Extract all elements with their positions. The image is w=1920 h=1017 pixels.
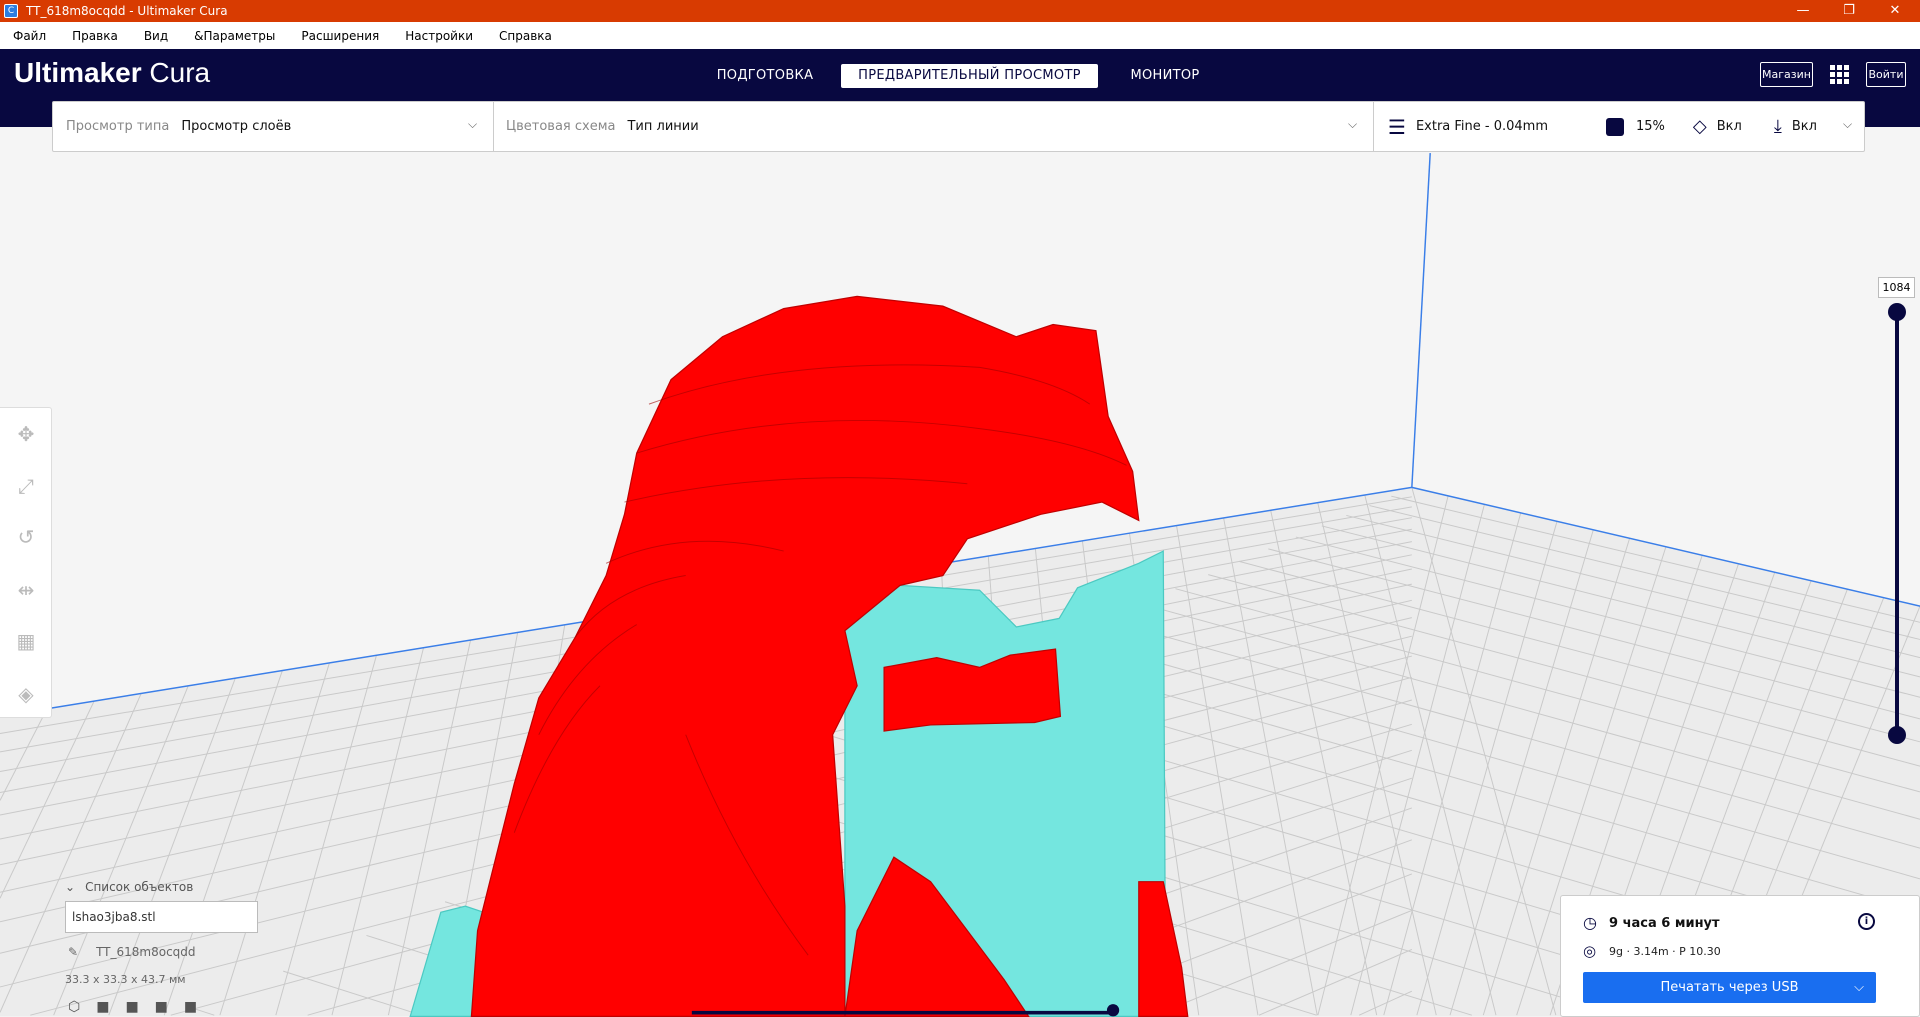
close-button[interactable]: ✕	[1872, 0, 1918, 22]
rotate-icon[interactable]: ↺	[13, 524, 39, 550]
adhesion-value: Вкл	[1791, 119, 1817, 134]
menu-preferences[interactable]: Настройки	[405, 29, 473, 43]
scale-icon[interactable]: ⤢	[13, 473, 39, 499]
object-list-item[interactable]: lshao3jba8.stl	[65, 901, 258, 933]
job-name-row[interactable]: ✎ TT_618m8ocqdd	[68, 945, 196, 959]
menu-file[interactable]: Файл	[13, 29, 46, 43]
print-settings-button[interactable]: ☰ Extra Fine - 0.04mm 15% ◇ Вкл ⤓ Вкл	[1388, 102, 1838, 151]
logo: Ultimaker Cura	[14, 57, 211, 88]
apps-grid-icon[interactable]	[1830, 65, 1849, 84]
support-icon: ◇	[1692, 116, 1707, 137]
info-icon[interactable]: i	[1858, 913, 1875, 930]
mirror-icon[interactable]: ⇹	[13, 577, 39, 603]
layer-number[interactable]: 1084	[1878, 277, 1915, 298]
marketplace-button[interactable]: Магазин	[1760, 62, 1813, 87]
color-scheme-value: Тип линии	[627, 119, 699, 134]
infill-value: 15%	[1636, 119, 1665, 134]
object-list-title: Список объектов	[85, 880, 194, 894]
color-scheme-dropdown[interactable]: Цветовая схема Тип линии	[506, 102, 1356, 151]
chevron-down-icon[interactable]: ⌵	[1854, 972, 1864, 1003]
app-icon: C	[4, 4, 18, 18]
tab-monitor[interactable]: МОНИТОР	[1115, 64, 1215, 88]
chevron-down-icon: ⌵	[468, 117, 478, 131]
support-value: Вкл	[1716, 119, 1742, 134]
print-time: 9 часа 6 минут	[1609, 916, 1720, 931]
layer-slider-bottom-handle[interactable]	[1888, 726, 1906, 744]
minimize-button[interactable]: —	[1780, 0, 1826, 22]
menu-view[interactable]: Вид	[144, 29, 168, 43]
menu-extensions[interactable]: Расширения	[301, 29, 379, 43]
layer-slider-top-handle[interactable]	[1888, 303, 1906, 321]
adhesion-icon: ⤓	[1773, 116, 1782, 137]
3d-viewport[interactable]	[0, 0, 1920, 1017]
layer-slider[interactable]	[1895, 312, 1899, 735]
pencil-icon: ✎	[68, 945, 79, 959]
chevron-down-icon: ⌵	[1843, 117, 1853, 131]
menu-bar: Файл Правка Вид &Параметры Расширения На…	[0, 22, 1920, 49]
menu-edit[interactable]: Правка	[72, 29, 118, 43]
view-type-dropdown[interactable]: Просмотр типа Просмотр слоёв	[66, 102, 492, 151]
menu-help[interactable]: Справка	[499, 29, 552, 43]
material-usage: 9g · 3.14m · Р 10.30	[1609, 945, 1721, 958]
view-toolbar: Просмотр типа Просмотр слоёв ⌵ Цветовая …	[52, 101, 1865, 152]
sliders-icon: ☰	[1388, 114, 1406, 139]
view-type-value: Просмотр слоёв	[181, 119, 292, 134]
chevron-down-icon: ⌵	[1348, 117, 1358, 131]
job-name: TT_618m8ocqdd	[96, 945, 196, 959]
per-model-settings-icon[interactable]: ▦	[13, 628, 39, 654]
move-icon[interactable]: ✥	[13, 421, 39, 447]
print-usb-button[interactable]: Печатать через USB ⌵	[1583, 972, 1876, 1003]
profile-label: Extra Fine - 0.04mm	[1415, 119, 1548, 134]
model-dimensions: 33.3 x 33.3 x 43.7 мм	[65, 973, 186, 986]
menu-settings[interactable]: &Параметры	[194, 29, 275, 43]
tab-preview[interactable]: ПРЕДВАРИТЕЛЬНЫЙ ПРОСМОТР	[841, 64, 1098, 88]
title-bar: C TT_618m8ocqdd - Ultimaker Cura — ❐ ✕	[0, 0, 1920, 22]
object-list-toggle[interactable]: ⌄ Список объектов	[65, 880, 193, 894]
support-blocker-icon[interactable]: ◈	[13, 681, 39, 707]
window-title: TT_618m8ocqdd - Ultimaker Cura	[26, 4, 228, 18]
infill-icon	[1606, 117, 1624, 136]
color-scheme-label: Цветовая схема	[506, 119, 616, 134]
chevron-down-icon: ⌄	[65, 880, 76, 894]
tool-panel: ✥ ⤢ ↺ ⇹ ▦ ◈	[0, 407, 52, 718]
spool-icon: ◎	[1583, 942, 1597, 960]
print-summary-panel: ◷ 9 часа 6 минут i ◎ 9g · 3.14m · Р 10.3…	[1560, 895, 1920, 1017]
signin-button[interactable]: Войти	[1866, 62, 1906, 87]
clock-icon: ◷	[1583, 913, 1597, 932]
view-type-label: Просмотр типа	[66, 119, 170, 134]
camera-view-icons[interactable]: ⬡■■■■	[68, 998, 213, 1016]
restore-button[interactable]: ❐	[1826, 0, 1872, 22]
tab-prepare[interactable]: ПОДГОТОВКА	[700, 64, 830, 88]
